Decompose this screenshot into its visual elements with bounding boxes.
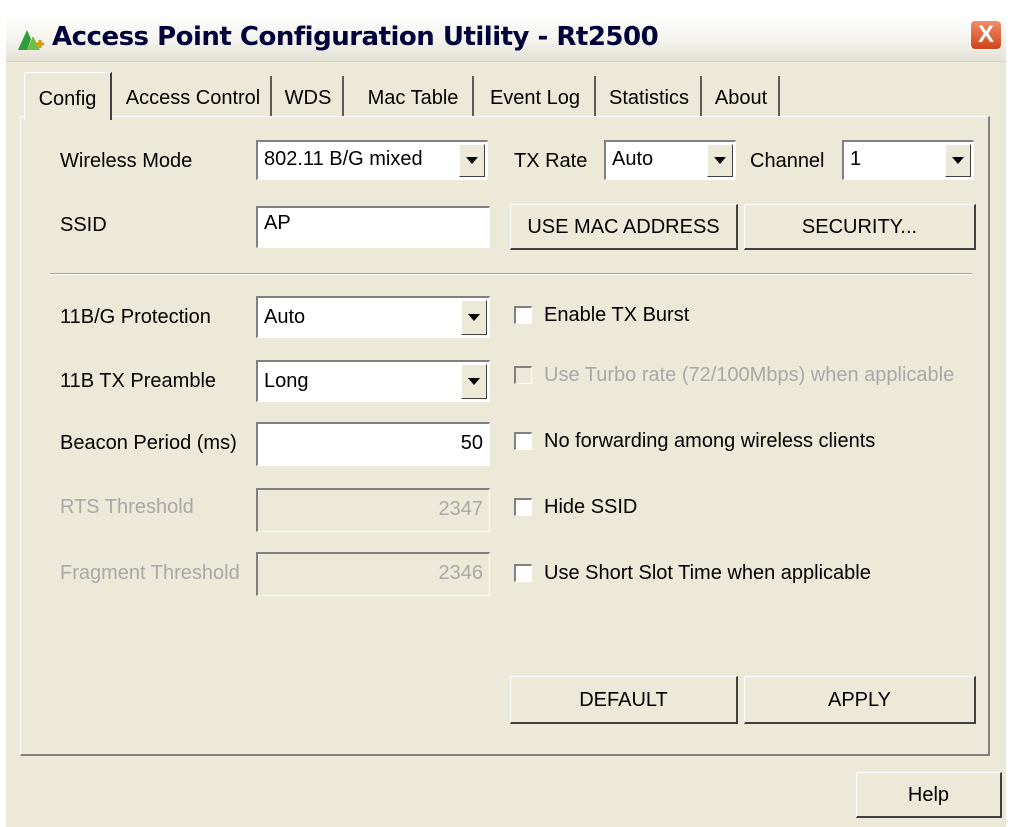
tab-label: Event Log	[489, 87, 581, 109]
turbo-rate-checkbox	[514, 366, 532, 384]
app-logo-icon	[16, 26, 46, 52]
chevron-down-icon[interactable]	[707, 144, 733, 177]
tab-statistics[interactable]: Statistics	[598, 76, 702, 116]
chevron-down-icon[interactable]	[461, 364, 487, 399]
rts-threshold-label: RTS Threshold	[60, 496, 194, 518]
tx-burst-checkbox[interactable]	[514, 306, 532, 324]
wireless-mode-value: 802.11 B/G mixed	[264, 148, 423, 170]
protection-label: 11B/G Protection	[60, 306, 211, 328]
tab-label: Config	[38, 88, 97, 110]
help-button[interactable]: Help	[856, 772, 1002, 818]
divider	[50, 273, 972, 275]
tab-label: About	[714, 87, 768, 109]
tab-label: WDS	[284, 87, 332, 109]
default-button[interactable]: DEFAULT	[510, 676, 738, 724]
tx-rate-select[interactable]: Auto	[604, 140, 736, 180]
wireless-mode-label: Wireless Mode	[60, 150, 193, 172]
preamble-select[interactable]: Long	[256, 360, 490, 402]
no-forwarding-label: No forwarding among wireless clients	[544, 430, 876, 452]
fragment-threshold-label: Fragment Threshold	[60, 562, 240, 584]
channel-value: 1	[850, 148, 862, 170]
hide-ssid-checkbox[interactable]	[514, 498, 532, 516]
preamble-value: Long	[264, 370, 309, 392]
no-forwarding-checkbox[interactable]	[514, 432, 532, 450]
chevron-down-icon[interactable]	[945, 144, 971, 177]
rts-threshold-input: 2347	[256, 488, 490, 532]
tab-label: Statistics	[608, 87, 690, 109]
protection-value: Auto	[264, 306, 306, 328]
beacon-period-label: Beacon Period (ms)	[60, 432, 237, 454]
short-slot-checkbox[interactable]	[514, 564, 532, 582]
protection-select[interactable]: Auto	[256, 296, 490, 338]
close-button[interactable]: X	[970, 20, 1002, 50]
preamble-label: 11B TX Preamble	[60, 370, 217, 392]
tab-label: Mac Table	[367, 87, 459, 109]
security-button[interactable]: SECURITY...	[744, 204, 976, 250]
use-mac-address-button[interactable]: USE MAC ADDRESS	[510, 204, 738, 250]
ssid-label: SSID	[60, 214, 107, 236]
fragment-threshold-input: 2346	[256, 552, 490, 596]
tab-config[interactable]: Config	[24, 72, 112, 120]
window-title: Access Point Configuration Utility - Rt2…	[52, 22, 659, 52]
apply-button[interactable]: APPLY	[744, 676, 976, 724]
tab-event-log[interactable]: Event Log	[476, 76, 596, 116]
tab-about[interactable]: About	[704, 76, 780, 116]
ssid-input[interactable]: AP	[256, 206, 490, 248]
tab-wds[interactable]: WDS	[274, 76, 344, 116]
chevron-down-icon[interactable]	[461, 300, 487, 335]
channel-label: Channel	[750, 150, 825, 172]
short-slot-label: Use Short Slot Time when applicable	[544, 562, 871, 584]
tx-burst-label: Enable TX Burst	[544, 304, 690, 326]
turbo-rate-label: Use Turbo rate (72/100Mbps) when applica…	[544, 364, 955, 386]
tab-mac-table[interactable]: Mac Table	[354, 76, 474, 116]
chevron-down-icon[interactable]	[459, 144, 485, 177]
channel-select[interactable]: 1	[842, 140, 974, 180]
hide-ssid-label: Hide SSID	[544, 496, 638, 518]
beacon-period-input[interactable]: 50	[256, 422, 490, 466]
wireless-mode-select[interactable]: 802.11 B/G mixed	[256, 140, 488, 180]
tx-rate-value: Auto	[612, 148, 654, 170]
tx-rate-label: TX Rate	[514, 150, 588, 172]
tab-label: Access Control	[125, 87, 261, 109]
tab-access-control[interactable]: Access Control	[116, 76, 272, 116]
